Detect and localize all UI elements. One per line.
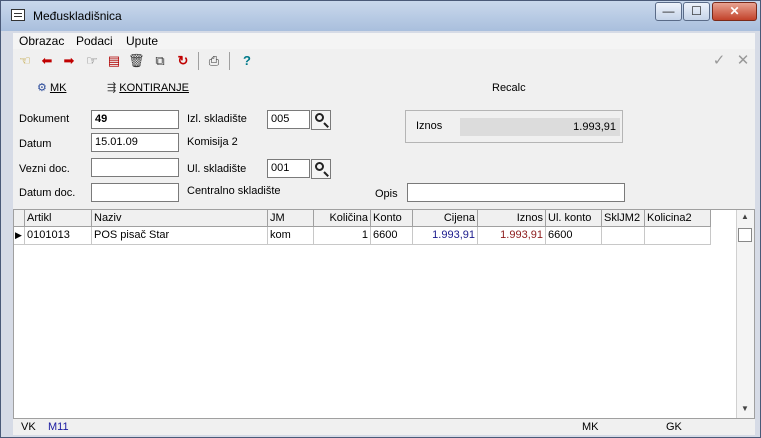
dokument-label: Dokument (19, 113, 70, 125)
items-grid[interactable]: Artikl Naziv JM Količina Konto Cijena Iz… (13, 209, 755, 419)
menu-bar: Obrazac Podaci Upute (13, 33, 755, 49)
copy-icon[interactable]: ⧉ (152, 53, 168, 69)
cell-kolicina[interactable]: 1 (314, 227, 371, 245)
datum-field[interactable]: 15.01.09 (91, 133, 179, 152)
izl-skladiste-name: Komisija 2 (187, 136, 238, 148)
cell-artikl[interactable]: 0101013 (25, 227, 92, 245)
menu-upute[interactable]: Upute (126, 34, 158, 48)
app-icon[interactable] (11, 9, 25, 21)
column-header-naziv[interactable]: Naziv (92, 210, 268, 227)
cancel-icon[interactable]: ✕ (735, 53, 751, 69)
datum-label: Datum (19, 138, 52, 150)
iznos-label: Iznos (416, 120, 443, 132)
opis-label: Opis (375, 188, 398, 200)
recalc-button[interactable]: Recalc (492, 82, 526, 94)
form-content: ☜ ⬅ ➡ ☞ ▤ 🗑 ⧉ ↻ ⎙ ? ✓ ✕ ⚙ MK ⇶ KONTIRANJ… (13, 49, 755, 435)
ul-skladiste-label: Ul. skladište (187, 163, 247, 175)
column-header-kolicina[interactable]: Količina (314, 210, 371, 227)
mk-label: MK (49, 82, 67, 94)
column-header-iznos[interactable]: Iznos (478, 210, 546, 227)
cell-ul-konto[interactable]: 6600 (546, 227, 602, 245)
mk-icon: ⚙ (37, 82, 47, 94)
mk-button[interactable]: ⚙ MK (37, 81, 66, 94)
datum-doc-label: Datum doc. (19, 187, 76, 199)
help-icon[interactable]: ? (239, 53, 255, 69)
datum-doc-field[interactable] (91, 183, 179, 202)
column-header-ul-konto[interactable]: Ul. konto (546, 210, 602, 227)
cell-konto[interactable]: 6600 (371, 227, 413, 245)
title-bar[interactable]: Međuskladišnica — ☐ ✕ (1, 1, 760, 31)
iznos-value: 1.993,91 (460, 118, 620, 136)
confirm-icon[interactable]: ✓ (711, 53, 727, 69)
status-vk: VK (21, 421, 36, 433)
status-bar: VK M11 MK GK (13, 419, 755, 435)
arrow-left-icon[interactable]: ⬅ (39, 53, 55, 69)
cell-kolicina2[interactable] (645, 227, 711, 245)
ul-skladiste-name: Centralno skladište (187, 185, 281, 197)
row-header-corner (14, 210, 25, 227)
ul-skladiste-field[interactable]: 001 (267, 159, 310, 178)
toolbar-separator (198, 52, 199, 70)
trash-icon[interactable]: 🗑 (128, 53, 145, 69)
column-header-artikl[interactable]: Artikl (25, 210, 92, 227)
menu-obrazac[interactable]: Obrazac (19, 34, 64, 48)
scroll-down-icon[interactable]: ▼ (741, 404, 749, 413)
cell-naziv[interactable]: POS pisač Star (92, 227, 268, 245)
column-header-skljm2[interactable]: SklJM2 (602, 210, 645, 227)
vezni-doc-label: Vezni doc. (19, 163, 70, 175)
izl-skladiste-search-button[interactable] (311, 110, 331, 130)
status-m11: M11 (48, 421, 69, 433)
arrow-right-icon[interactable]: ➡ (61, 53, 77, 69)
column-header-konto[interactable]: Konto (371, 210, 413, 227)
maximize-button[interactable]: ☐ (683, 2, 710, 21)
opis-field[interactable] (407, 183, 625, 202)
status-mk: MK (582, 421, 599, 433)
ul-skladiste-search-button[interactable] (311, 159, 331, 179)
dokument-field[interactable]: 49 (91, 110, 179, 129)
close-button[interactable]: ✕ (712, 2, 757, 21)
status-gk: GK (666, 421, 682, 433)
column-header-cijena[interactable]: Cijena (413, 210, 478, 227)
kontiranje-icon: ⇶ (107, 82, 117, 94)
izl-skladiste-field[interactable]: 005 (267, 110, 310, 129)
new-document-icon[interactable]: ▤ (106, 53, 122, 69)
search-icon (315, 162, 324, 171)
search-icon (315, 113, 324, 122)
vezni-doc-field[interactable] (91, 158, 179, 177)
cell-skljm2[interactable] (602, 227, 645, 245)
kontiranje-label: KONTIRANJE (119, 82, 189, 94)
vertical-scrollbar[interactable]: ▲ ▼ (736, 210, 754, 418)
minimize-button[interactable]: — (655, 2, 682, 21)
cell-iznos[interactable]: 1.993,91 (478, 227, 546, 245)
refresh-icon[interactable]: ↻ (175, 53, 191, 69)
row-selector-icon[interactable]: ▶ (14, 227, 25, 245)
print-icon[interactable]: ⎙ (206, 53, 222, 69)
window-title: Međuskladišnica (33, 9, 122, 23)
iznos-panel: Iznos 1.993,91 (405, 110, 623, 143)
column-header-jm[interactable]: JM (268, 210, 314, 227)
scroll-up-icon[interactable]: ▲ (741, 212, 749, 221)
toolbar-separator (229, 52, 230, 70)
scroll-thumb[interactable] (738, 228, 752, 242)
izl-skladiste-label: Izl. skladište (187, 113, 247, 125)
cell-jm[interactable]: kom (268, 227, 314, 245)
open-icon[interactable]: ☜ (17, 53, 33, 69)
kontiranje-button[interactable]: ⇶ KONTIRANJE (107, 81, 189, 94)
toolbar: ☜ ⬅ ➡ ☞ ▤ 🗑 ⧉ ↻ ⎙ ? ✓ ✕ (13, 49, 755, 73)
pointer-icon[interactable]: ☞ (84, 53, 100, 69)
cell-cijena[interactable]: 1.993,91 (413, 227, 478, 245)
column-header-kolicina2[interactable]: Kolicina2 (645, 210, 711, 227)
main-window: Međuskladišnica — ☐ ✕ Obrazac Podaci Upu… (0, 0, 761, 438)
menu-podaci[interactable]: Podaci (76, 34, 113, 48)
